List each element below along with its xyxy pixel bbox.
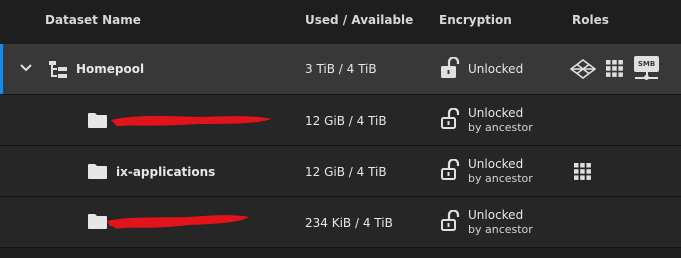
encryption-status: Unlocked	[468, 157, 524, 171]
unlocked-padlock-icon[interactable]	[440, 57, 460, 79]
dataset-row[interactable]: 12 GiB / 4 TiB Unlocked by ancestor	[0, 95, 681, 146]
unlocked-padlock-outline-icon[interactable]	[440, 210, 460, 232]
encryption-status: Unlocked	[468, 208, 524, 222]
dataset-used-available: 3 TiB / 4 TiB	[305, 62, 377, 76]
dataset-tree-icon	[49, 61, 67, 78]
column-header-name[interactable]: Dataset Name	[45, 13, 141, 27]
encryption-status-sub: by ancestor	[468, 223, 533, 236]
redaction-mark	[111, 115, 271, 126]
dataset-used-available: 12 GiB / 4 TiB	[305, 165, 387, 179]
encryption-status-sub: by ancestor	[468, 121, 533, 134]
dataset-used-available: 12 GiB / 4 TiB	[305, 114, 387, 128]
column-header-roles: Roles	[572, 13, 609, 27]
dataset-used-available: 234 KiB / 4 TiB	[305, 216, 393, 230]
table-header: Dataset Name Used / Available Encryption…	[0, 0, 681, 40]
smb-share-icon[interactable]: SMB	[634, 56, 660, 82]
encryption-status: Unlocked	[468, 62, 524, 76]
dataset-row[interactable]: 234 KiB / 4 TiB Unlocked by ancestor	[0, 197, 681, 248]
column-header-used[interactable]: Used / Available	[305, 13, 413, 27]
encryption-status-sub: by ancestor	[468, 172, 533, 185]
dataset-name: ix-applications	[116, 165, 216, 179]
redaction-mark	[107, 215, 249, 229]
encryption-status: Unlocked	[468, 106, 524, 120]
share-icon[interactable]	[570, 59, 596, 79]
folder-icon	[88, 113, 107, 128]
dataset-row-homepool[interactable]: Homepool 3 TiB / 4 TiB Unlocked SMB	[0, 44, 681, 95]
smb-label: SMB	[637, 60, 656, 68]
dataset-name: Homepool	[76, 62, 145, 76]
folder-icon	[88, 164, 107, 179]
unlocked-padlock-outline-icon[interactable]	[440, 159, 460, 181]
apps-grid-icon[interactable]	[606, 60, 623, 77]
dataset-row-ix-applications[interactable]: ix-applications 12 GiB / 4 TiB Unlocked …	[0, 146, 681, 197]
unlocked-padlock-outline-icon[interactable]	[440, 108, 460, 130]
column-header-encryption[interactable]: Encryption	[439, 13, 512, 27]
chevron-down-icon[interactable]	[19, 63, 33, 73]
selection-accent-bar	[0, 44, 3, 94]
apps-grid-icon[interactable]	[574, 163, 591, 180]
